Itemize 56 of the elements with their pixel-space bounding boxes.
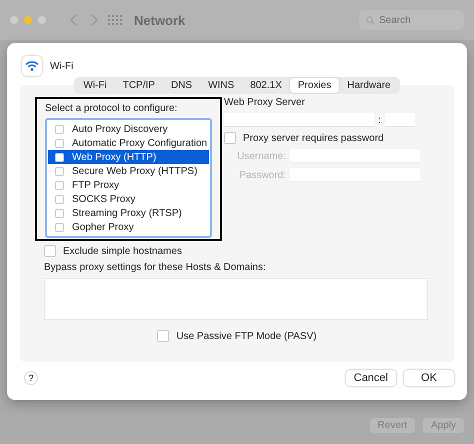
minimize-button[interactable] xyxy=(24,16,32,24)
protocol-item[interactable]: Streaming Proxy (RTSP) xyxy=(48,206,209,220)
checkbox[interactable] xyxy=(44,245,56,257)
protocol-item[interactable]: FTP Proxy xyxy=(48,178,209,192)
tab[interactable]: Wi-Fi xyxy=(75,78,115,93)
protocol-name: FTP Proxy xyxy=(72,180,120,190)
grid-icon[interactable] xyxy=(108,15,122,25)
protocol-name: Automatic Proxy Configuration xyxy=(72,138,208,148)
checkbox[interactable] xyxy=(55,222,64,232)
field-label: Password: xyxy=(238,170,286,180)
checkbox[interactable] xyxy=(55,194,64,204)
checkbox[interactable] xyxy=(55,124,64,134)
port-field[interactable] xyxy=(384,113,415,127)
protocol-item[interactable]: Auto Proxy Discovery xyxy=(48,122,209,136)
server-label: Web Proxy Server xyxy=(224,97,306,108)
server-field[interactable] xyxy=(224,113,374,127)
protocol-item[interactable]: Automatic Proxy Configuration xyxy=(48,136,209,150)
protocol-item[interactable]: Gopher Proxy xyxy=(48,220,209,234)
checkbox[interactable] xyxy=(224,132,236,144)
wifi-icon xyxy=(22,56,42,76)
field-label: Username: xyxy=(236,150,286,162)
tab[interactable]: WINS xyxy=(200,78,242,93)
help-button[interactable]: ? xyxy=(24,371,38,385)
dialog-button[interactable]: OK xyxy=(404,370,454,386)
window-title: Network xyxy=(134,12,186,28)
zoom-button[interactable] xyxy=(38,16,46,24)
checkbox[interactable] xyxy=(55,180,64,190)
bypass-label: Bypass proxy settings for these Hosts & Domains: xyxy=(44,262,267,273)
protocol-name: Streaming Proxy (RTSP) xyxy=(72,208,182,218)
checkbox-label: Exclude simple hostnames xyxy=(63,246,182,256)
tab[interactable]: Proxies xyxy=(290,78,340,93)
checkbox[interactable] xyxy=(55,138,64,148)
tab[interactable]: DNS xyxy=(162,78,200,93)
protocol-name: Auto Proxy Discovery xyxy=(72,124,168,134)
protocol-name: Web Proxy (HTTP) xyxy=(72,152,156,162)
checkbox-label: Use Passive FTP Mode (PASV) xyxy=(176,330,317,342)
close-button[interactable] xyxy=(10,16,18,24)
protocol-label: Select a protocol to configure: xyxy=(45,103,178,114)
tab[interactable]: Hardware xyxy=(339,78,399,93)
checkbox[interactable] xyxy=(55,208,64,218)
checkbox[interactable] xyxy=(157,330,170,342)
dialog-button[interactable]: Cancel xyxy=(346,370,396,386)
protocol-item[interactable]: Secure Web Proxy (HTTPS) xyxy=(48,164,209,178)
protocol-name: SOCKS Proxy xyxy=(72,194,136,204)
protocol-item[interactable]: SOCKS Proxy xyxy=(48,192,209,206)
protocol-name: Secure Web Proxy (HTTPS) xyxy=(72,166,198,176)
tab[interactable]: TCP/IP xyxy=(114,78,163,93)
checkbox[interactable] xyxy=(55,166,64,176)
checkbox-label: Proxy server requires password xyxy=(243,132,384,144)
checkbox[interactable] xyxy=(55,152,64,162)
tab[interactable]: 802.1X xyxy=(242,78,290,93)
protocol-item[interactable]: Web Proxy (HTTP) xyxy=(48,150,209,164)
port-separator: : xyxy=(378,114,381,126)
search-field[interactable]: Search xyxy=(359,10,464,30)
protocol-name: Gopher Proxy xyxy=(72,222,134,232)
service-name: Wi-Fi xyxy=(50,60,74,72)
